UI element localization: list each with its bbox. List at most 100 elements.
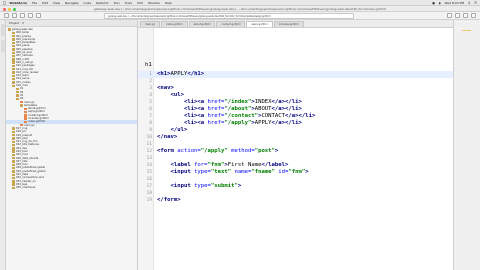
editor-tab[interactable]: apply.gohtml: [246, 21, 273, 27]
code-line[interactable]: 7 <li><a href="/contact">CONTACT</a></li…: [138, 113, 453, 120]
code-token: "fnm": [207, 162, 225, 168]
minimize-window-button[interactable]: [8, 7, 11, 11]
run-icon[interactable]: [455, 13, 460, 18]
menu-run[interactable]: Run: [114, 1, 120, 5]
code-line[interactable]: 10 </nav>: [138, 134, 453, 141]
menu-refactor[interactable]: Refactor: [96, 1, 109, 5]
folder-icon: [12, 61, 15, 64]
save-icon[interactable]: [12, 13, 17, 18]
folder-icon: [12, 127, 15, 130]
search-everywhere-icon[interactable]: [471, 13, 476, 18]
apple-icon[interactable]: : [3, 0, 5, 5]
editor-tab[interactable]: includes.gohtml: [273, 21, 304, 27]
line-number: 6: [149, 107, 152, 112]
project-panel-title[interactable]: Project: [9, 21, 19, 25]
toolbar: golang-web-dev / ~/Documents/goworkspace…: [0, 12, 480, 20]
folder-icon: [12, 150, 15, 153]
code-token: "fname": [251, 169, 275, 175]
code-text: <li><a href="/index">INDEX</a></li>: [157, 99, 302, 106]
search-icon[interactable]: ⚲: [468, 1, 470, 5]
code-token: </a></li>: [271, 106, 302, 112]
code-editor[interactable]: h1 1 <h1>APPLY</h1> 2 3 <nav> 4 <ul> 5 <li><a …: [138, 28, 453, 270]
code-token: "/contact": [224, 113, 259, 119]
debug-icon[interactable]: [463, 13, 468, 18]
code-line[interactable]: 16: [138, 176, 453, 183]
forward-icon[interactable]: [36, 13, 41, 18]
menu-view[interactable]: View: [53, 1, 60, 5]
menu-file[interactable]: File: [32, 1, 37, 5]
code-line[interactable]: 1 <h1>APPLY</h1>: [138, 71, 453, 78]
code-token: </a></li>: [285, 113, 316, 119]
line-number: 1: [149, 72, 152, 77]
editor-tab[interactable]: index.gohtml: [161, 21, 188, 27]
code-line[interactable]: 18: [138, 190, 453, 197]
status-area: ● ▮ Wed 8:03 PM ⚲ ☰: [432, 1, 477, 5]
tree-item-label: 035_interfaces: [16, 186, 36, 190]
code-line[interactable]: 14 <label for="fnm">First Name</label>: [138, 162, 453, 169]
line-number: 2: [149, 79, 152, 84]
structure-tool-tab[interactable]: [1, 40, 5, 52]
code-token: method=: [227, 148, 255, 154]
menu-app[interactable]: WebStorm: [9, 1, 27, 5]
project-tool-tab[interactable]: [1, 24, 5, 36]
run-config-icon[interactable]: [447, 13, 452, 18]
menu-vcs[interactable]: VCS: [137, 1, 143, 5]
open-folder-icon[interactable]: [4, 13, 9, 18]
file-icon: [24, 107, 27, 110]
line-number: 10: [146, 135, 152, 140]
folder-icon: [12, 147, 15, 150]
code-token: "fnm": [288, 169, 306, 175]
menu-window[interactable]: Window: [148, 1, 160, 5]
file-icon: [24, 117, 27, 120]
line-number: 15: [146, 170, 152, 175]
sync-icon[interactable]: [20, 13, 25, 18]
code-line[interactable]: 15 <input type="text" name="fname" id="f…: [138, 169, 453, 176]
menu-help[interactable]: Help: [165, 1, 172, 5]
line-number: 5: [149, 100, 152, 105]
tree-item[interactable]: 035_interfaces: [6, 186, 137, 189]
code-line[interactable]: 9 </ul>: [138, 127, 453, 134]
code-line[interactable]: 5 <li><a href="/index">INDEX</a></li>: [138, 99, 453, 106]
code-token: "submit": [210, 183, 238, 189]
folder-icon: [12, 54, 15, 58]
code-token: "/index": [224, 99, 252, 105]
folder-icon: [12, 41, 15, 45]
code-line[interactable]: 8 <li><a href="/apply">APPLY</a></li>: [138, 120, 453, 127]
code-line[interactable]: 17 <input type="submit">: [138, 183, 453, 190]
menu-code[interactable]: Code: [84, 1, 92, 5]
menu-navigate[interactable]: Navigate: [65, 1, 78, 5]
editor-tab[interactable]: main.go: [140, 21, 161, 27]
back-icon[interactable]: [28, 13, 33, 18]
menu-edit[interactable]: Edit: [42, 1, 48, 5]
navigation-breadcrumb[interactable]: golang-web-dev / ~/Documents/goworkspace…: [104, 12, 354, 19]
code-line[interactable]: 2: [138, 78, 453, 85]
code-token: <form: [157, 148, 178, 154]
close-window-button[interactable]: [3, 7, 6, 11]
battery-icon[interactable]: ▮: [439, 1, 441, 5]
window-controls: [3, 7, 16, 11]
code-token: APPLY: [254, 120, 272, 126]
menu-list-icon[interactable]: ☰: [474, 1, 477, 5]
code-line[interactable]: 6 <li><a href="/about">ABOUT</a></li>: [138, 106, 453, 113]
code-line[interactable]: 3 <nav>: [138, 85, 453, 92]
chevron-down-icon[interactable]: ▾: [22, 21, 24, 25]
wifi-icon[interactable]: ●: [432, 1, 435, 5]
code-line[interactable]: 13: [138, 155, 453, 162]
menu-tools[interactable]: Tools: [125, 1, 132, 5]
code-line[interactable]: 11: [138, 141, 453, 148]
folder-icon: [12, 183, 15, 186]
code-line[interactable]: 19 </form>: [138, 197, 453, 204]
clock[interactable]: Wed 8:03 PM: [445, 1, 465, 5]
editor-tab[interactable]: about.gohtml: [188, 21, 216, 27]
code-line[interactable]: 4 <ul>: [138, 92, 453, 99]
line-number: 4: [149, 93, 152, 98]
editor-tab[interactable]: contact.gohtml: [216, 21, 246, 27]
code-token: "/apply": [224, 120, 252, 126]
code-line[interactable]: 12 <form action="/apply" method="post">: [138, 148, 453, 155]
code-token: </form>: [157, 197, 181, 203]
code-token: <li><a: [183, 120, 208, 126]
zoom-window-button[interactable]: [13, 7, 16, 11]
right-scroll-strip[interactable]: [453, 20, 480, 270]
